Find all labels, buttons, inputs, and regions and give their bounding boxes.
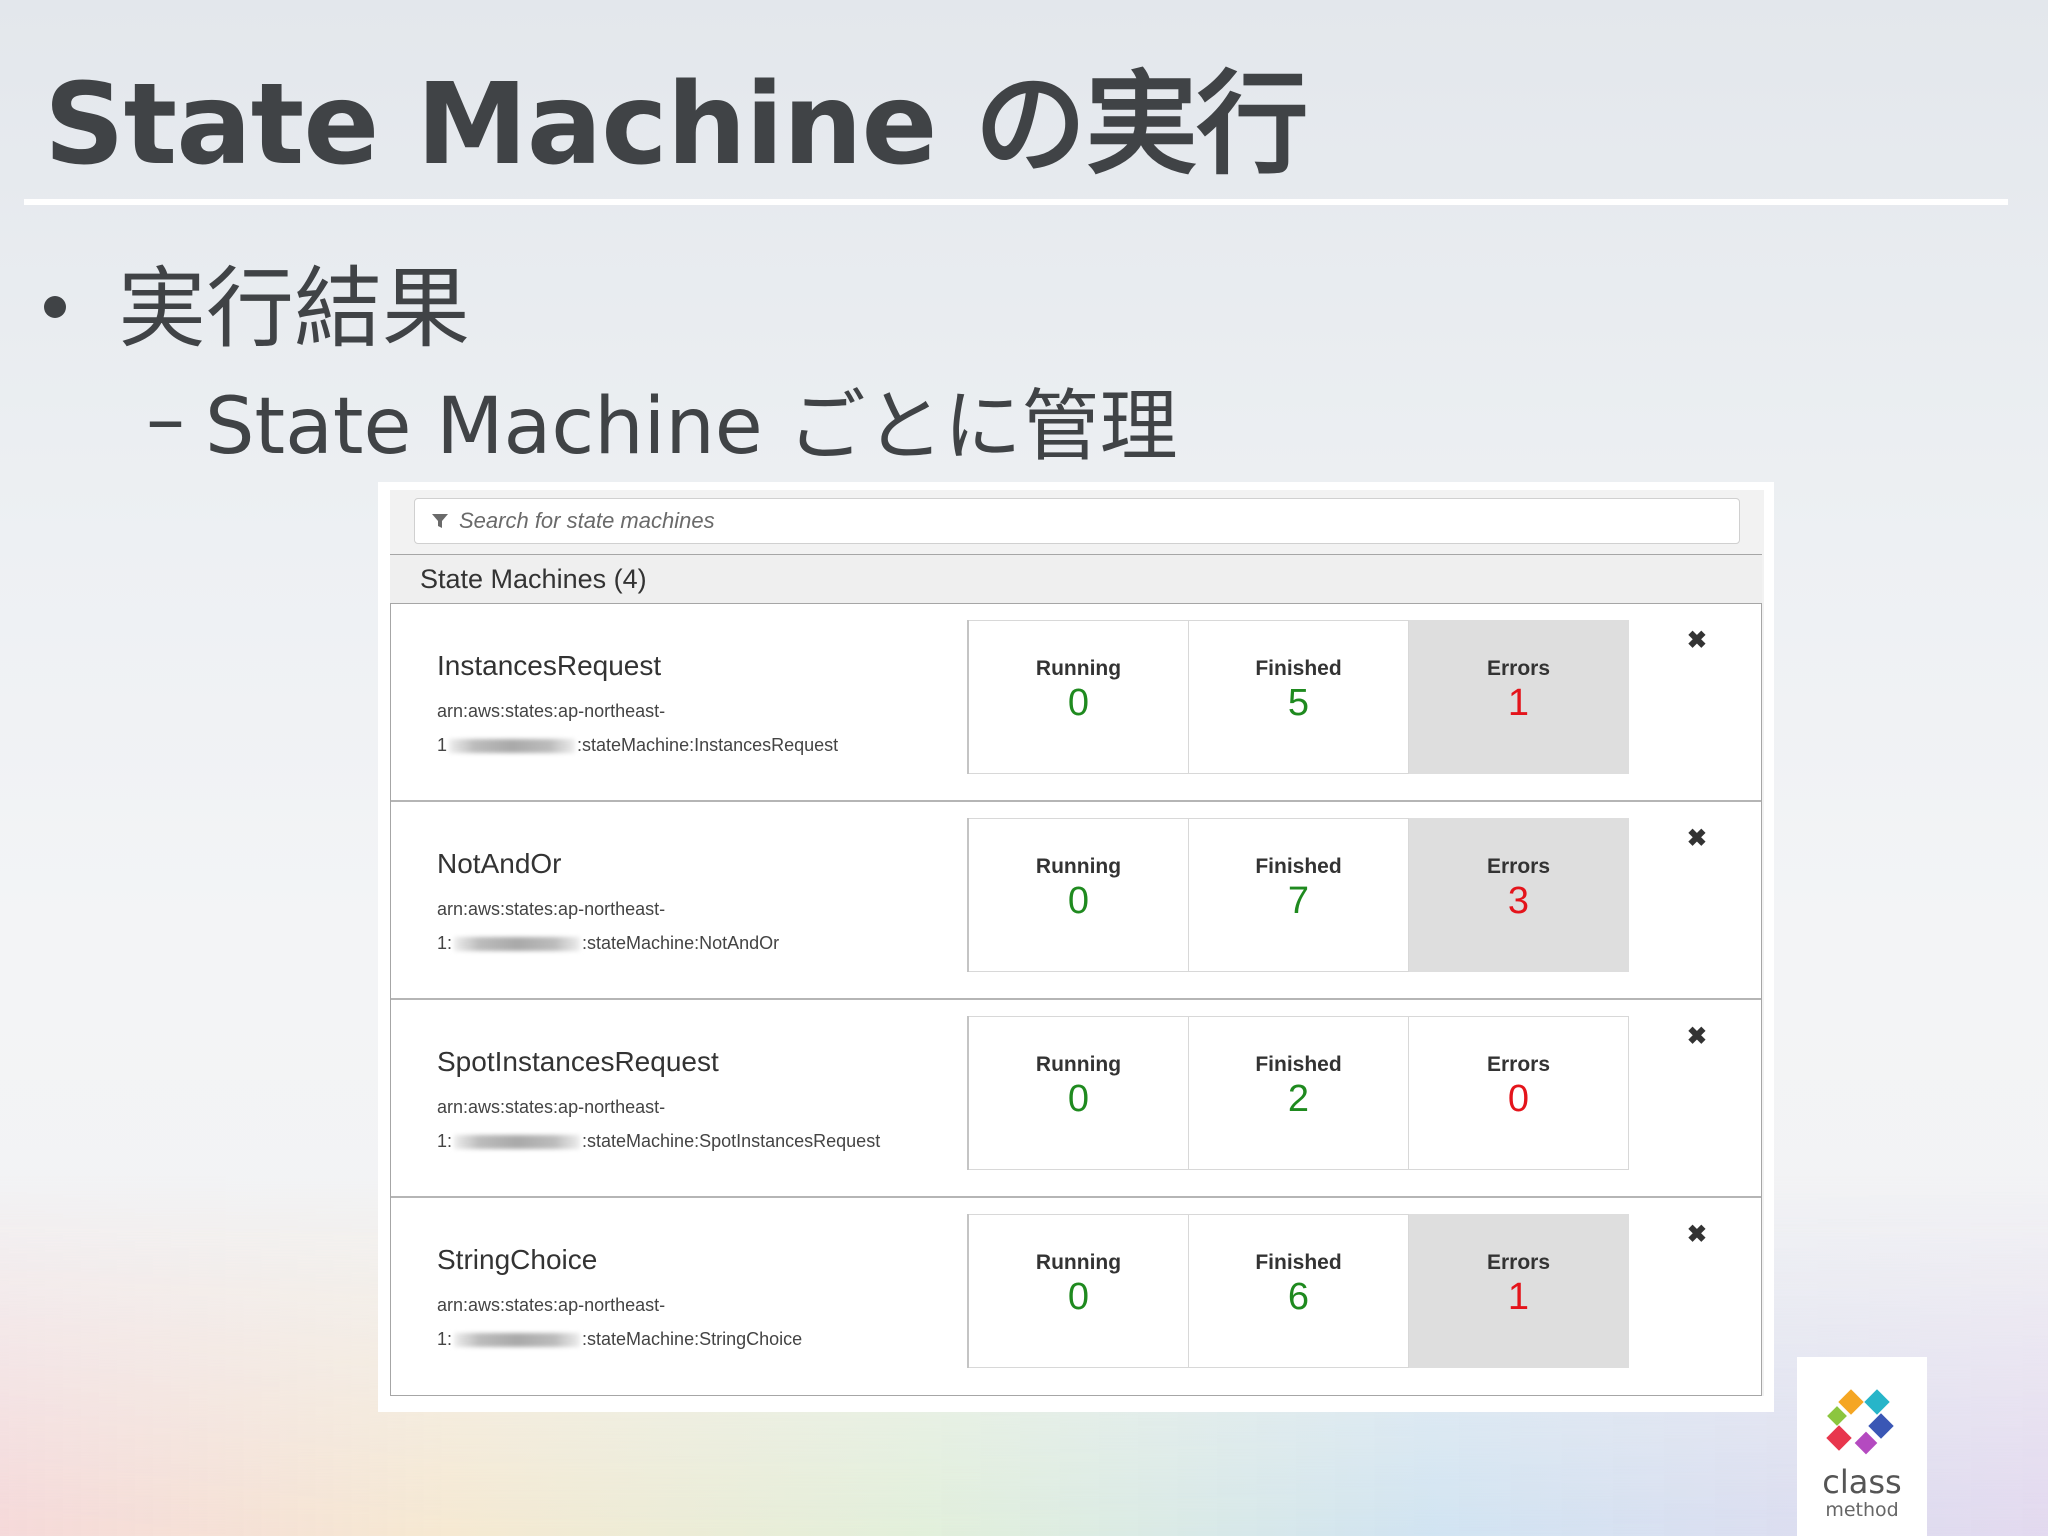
sub-bullet-item: – State Machine ごとに管理 [146,364,1178,476]
arn-suffix: :stateMachine:StringChoice [582,1329,803,1349]
errors-count: 1 [1507,682,1530,724]
state-machine-name[interactable]: InstancesRequest [437,650,661,682]
bullet-text: 実行結果 [118,257,471,360]
errors-label: Errors [1486,1053,1551,1076]
finished-stat[interactable]: Finished 7 [1189,818,1409,972]
arn-prefix: 1: [437,1131,453,1151]
running-count: 0 [1067,880,1090,922]
close-icon[interactable]: ✖ [1687,1220,1707,1249]
running-count: 0 [1067,1276,1090,1318]
state-machine-arn: arn:aws:states:ap-northeast- 1 :stateMach… [437,694,838,762]
finished-count: 5 [1287,682,1310,724]
errors-stat[interactable]: Errors 3 [1409,818,1629,972]
arn-line-1: arn:aws:states:ap-northeast- [437,899,666,919]
bullet-item: 実行結果 [44,238,470,365]
sub-bullet-dash: – [146,375,185,465]
logo-text: class [1822,1463,1902,1501]
search-input[interactable] [457,507,1739,535]
state-machine-arn: arn:aws:states:ap-northeast- 1: :stateMac… [437,1288,802,1356]
arn-line-1: arn:aws:states:ap-northeast- [437,1295,666,1315]
close-icon[interactable]: ✖ [1687,1022,1707,1051]
arn-suffix: :stateMachine:SpotInstancesRequest [582,1131,881,1151]
finished-stat[interactable]: Finished 2 [1189,1016,1409,1170]
running-label: Running [1035,1251,1122,1274]
execution-stats: Running 0 Finished 5 Errors 1 [967,620,1635,774]
state-machine-name[interactable]: StringChoice [437,1244,597,1276]
running-stat[interactable]: Running 0 [969,1214,1189,1368]
state-machine-arn: arn:aws:states:ap-northeast- 1: :stateMac… [437,892,779,960]
execution-stats: Running 0 Finished 2 Errors 0 [967,1016,1635,1170]
slide-title: State Machine の実行 [44,60,1309,190]
errors-stat[interactable]: Errors 1 [1409,620,1629,774]
state-machine-arn: arn:aws:states:ap-northeast- 1: :stateMac… [437,1090,880,1158]
filter-icon [432,514,448,528]
state-machine-row[interactable]: SpotInstancesRequest arn:aws:states:ap-n… [391,1000,1761,1198]
panel-header: State Machines (4) [390,554,1762,604]
running-label: Running [1035,657,1122,680]
bullet-dot-icon [44,295,66,318]
finished-label: Finished [1255,855,1342,878]
arn-prefix: 1 [437,735,448,755]
finished-label: Finished [1255,657,1342,680]
redacted-account-id [454,1135,581,1150]
execution-stats: Running 0 Finished 6 Errors 1 [967,1214,1635,1368]
errors-count: 1 [1507,1276,1530,1318]
finished-label: Finished [1255,1251,1342,1274]
redacted-account-id [454,1333,581,1348]
arn-prefix: 1: [437,1329,453,1349]
sub-bullet-text: State Machine ごとに管理 [205,382,1178,472]
redacted-account-id [454,937,581,952]
running-label: Running [1035,855,1122,878]
search-box[interactable] [414,498,1740,544]
running-count: 0 [1067,1078,1090,1120]
running-stat[interactable]: Running 0 [969,620,1189,774]
errors-stat[interactable]: Errors 1 [1409,1214,1629,1368]
arn-line-2: 1: :stateMachine:NotAndOr [437,926,779,960]
arn-line-1: arn:aws:states:ap-northeast- [437,1097,666,1117]
logo-mark-icon [1826,1389,1894,1455]
arn-line-2: 1: :stateMachine:SpotInstancesRequest [437,1124,880,1158]
finished-stat[interactable]: Finished 6 [1189,1214,1409,1368]
redacted-account-id [449,739,576,754]
finished-count: 2 [1287,1078,1310,1120]
arn-suffix: :stateMachine:InstancesRequest [577,735,839,755]
close-icon[interactable]: ✖ [1687,824,1707,853]
running-count: 0 [1067,682,1090,724]
execution-stats: Running 0 Finished 7 Errors 3 [967,818,1635,972]
state-machine-row[interactable]: StringChoice arn:aws:states:ap-northeast… [391,1198,1761,1396]
running-stat[interactable]: Running 0 [969,818,1189,972]
title-divider [24,199,2008,205]
arn-line-1: arn:aws:states:ap-northeast- [437,701,666,721]
finished-label: Finished [1255,1053,1342,1076]
errors-label: Errors [1486,657,1551,680]
errors-stat[interactable]: Errors 0 [1409,1016,1629,1170]
state-machine-name[interactable]: NotAndOr [437,848,562,880]
arn-prefix: 1: [437,933,453,953]
errors-label: Errors [1486,855,1551,878]
close-icon[interactable]: ✖ [1687,626,1707,655]
classmethod-logo: class method [1797,1357,1927,1536]
arn-line-2: 1 :stateMachine:InstancesRequest [437,728,838,762]
finished-count: 7 [1287,880,1310,922]
state-machine-name[interactable]: SpotInstancesRequest [437,1046,719,1078]
state-machines-panel: State Machines (4) InstancesRequest arn:… [390,490,1764,1396]
state-machine-row[interactable]: InstancesRequest arn:aws:states:ap-north… [391,604,1761,802]
running-stat[interactable]: Running 0 [969,1016,1189,1170]
arn-line-2: 1: :stateMachine:StringChoice [437,1322,802,1356]
errors-label: Errors [1486,1251,1551,1274]
state-machine-list: InstancesRequest arn:aws:states:ap-north… [390,604,1762,1396]
state-machine-row[interactable]: NotAndOr arn:aws:states:ap-northeast- 1:… [391,802,1761,1000]
console-screenshot: State Machines (4) InstancesRequest arn:… [378,482,1774,1412]
running-label: Running [1035,1053,1122,1076]
finished-count: 6 [1287,1276,1310,1318]
errors-count: 0 [1507,1078,1530,1120]
logo-subtext: method [1825,1499,1899,1521]
arn-suffix: :stateMachine:NotAndOr [582,933,780,953]
finished-stat[interactable]: Finished 5 [1189,620,1409,774]
errors-count: 3 [1507,880,1530,922]
